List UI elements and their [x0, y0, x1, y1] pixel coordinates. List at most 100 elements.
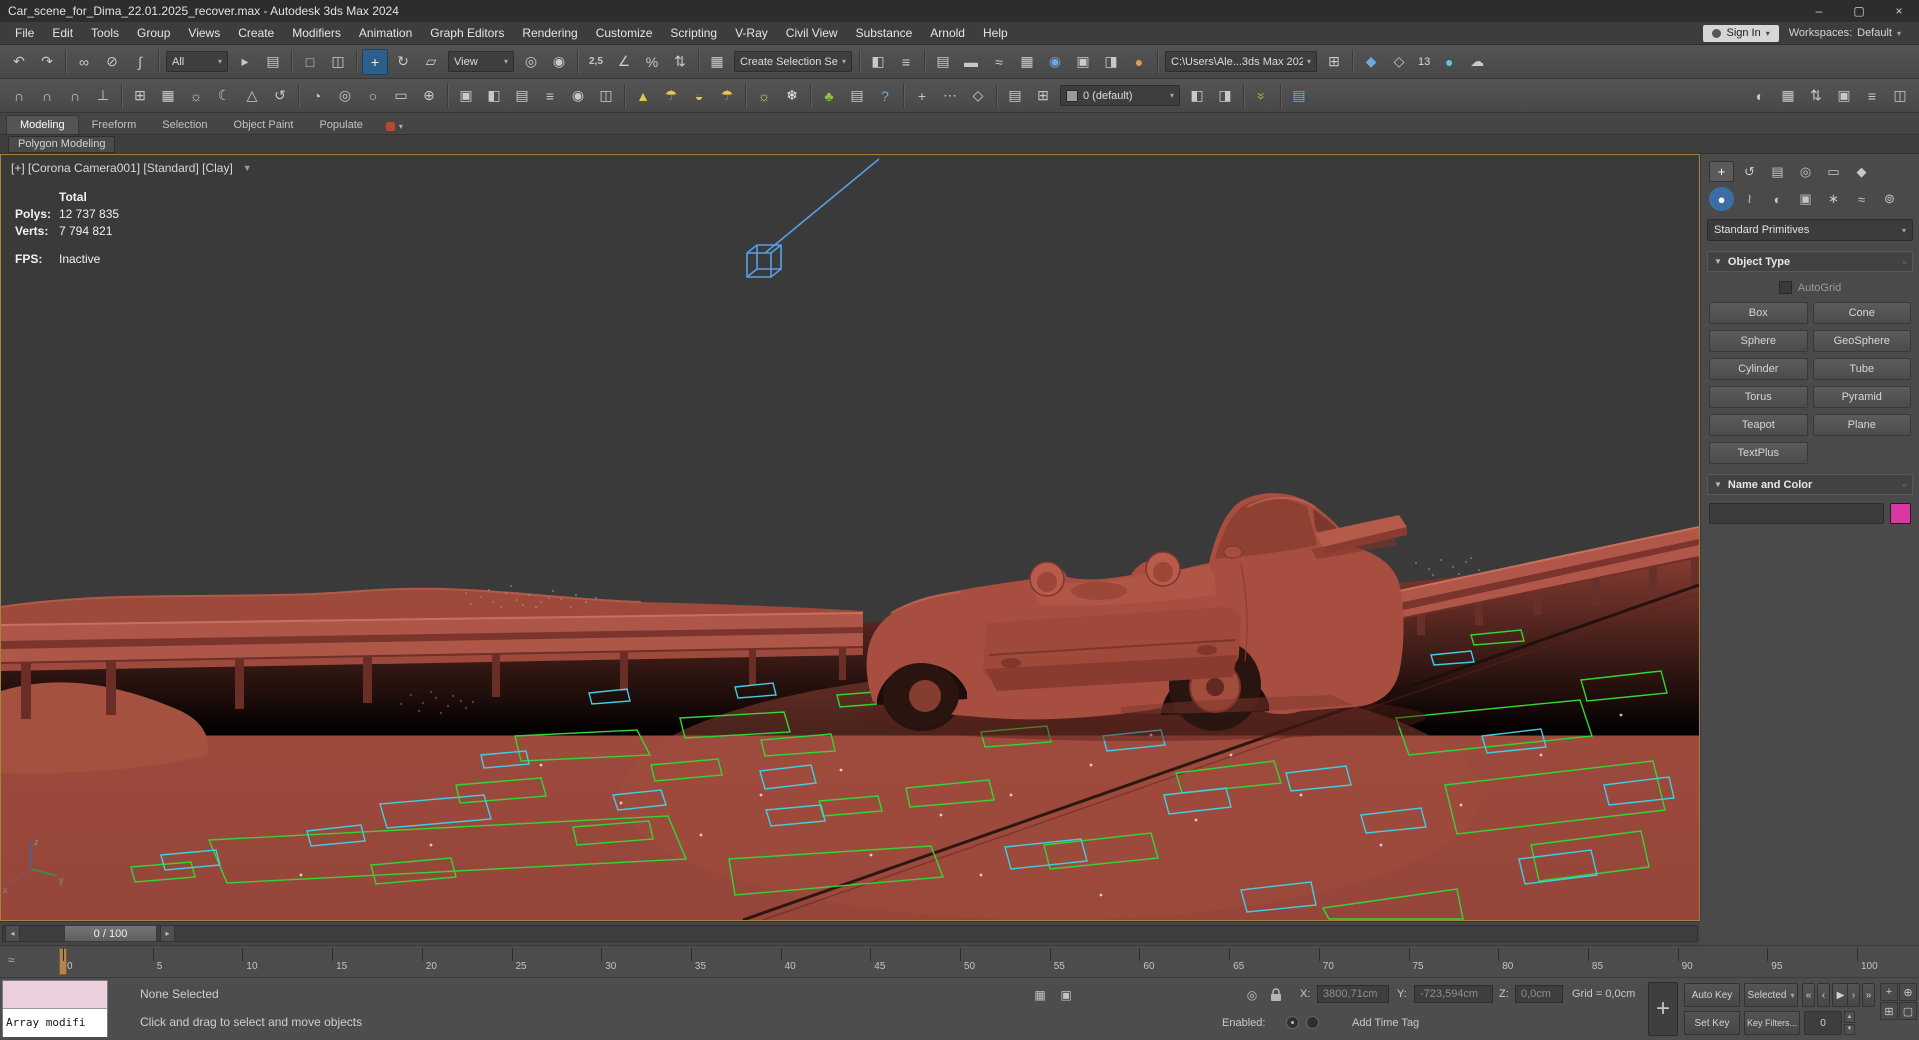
menu-animation[interactable]: Animation [350, 22, 421, 44]
autogrid-checkbox[interactable] [1779, 281, 1792, 294]
set-key-button[interactable]: Set Key [1684, 1011, 1740, 1035]
hierarchy-tab[interactable]: ▤ [1765, 161, 1790, 182]
menu-file[interactable]: File [6, 22, 43, 44]
layer-props-icon[interactable]: ◨ [1212, 83, 1238, 109]
menu-edit[interactable]: Edit [43, 22, 82, 44]
y-coordinate-field[interactable]: -723,594cm [1414, 985, 1493, 1003]
pan-view-icon[interactable]: + [1880, 983, 1898, 1001]
frame-spinner-up-icon[interactable]: ▲ [1844, 1011, 1855, 1023]
bolt-icon[interactable]: △ [239, 83, 265, 109]
sunburst-icon[interactable]: ☼ [183, 83, 209, 109]
percent-snap-icon[interactable]: % [639, 49, 665, 75]
viewport-canvas[interactable]: x y z [1, 155, 1699, 920]
ribbon-tab-freeform[interactable]: Freeform [79, 116, 150, 134]
z-coordinate-field[interactable]: 0,0cm [1515, 985, 1563, 1003]
orbit-tool-icon[interactable]: ↺ [267, 83, 293, 109]
restore-button[interactable]: ▢ [1839, 0, 1879, 22]
storyboard-icon[interactable]: ≡ [537, 83, 563, 109]
capsule-icon[interactable]: ▭ [388, 83, 414, 109]
new-layer-icon[interactable]: ⊞ [1030, 83, 1056, 109]
select-and-manipulate-icon[interactable]: ◉ [546, 49, 572, 75]
primitive-button-teapot[interactable]: Teapot [1709, 414, 1808, 436]
add-time-tag[interactable]: Add Time Tag [1352, 1017, 1419, 1029]
gizmo-toggle-icon[interactable]: + [909, 83, 935, 109]
select-by-name-icon[interactable]: ▤ [260, 49, 286, 75]
ring-icon[interactable]: ○ [360, 83, 386, 109]
motion-tab[interactable]: ◎ [1793, 161, 1818, 182]
primitive-button-textplus[interactable]: TextPlus [1709, 442, 1808, 464]
modifier-stack-icon[interactable]: ▤ [1286, 83, 1312, 109]
isolate-chevrons-icon[interactable]: » [1249, 83, 1275, 109]
viewport-label[interactable]: [+] [Corona Camera001] [Standard] [Clay] [11, 161, 233, 175]
ribbon-store-icon[interactable] [386, 122, 395, 131]
snap-2d-icon[interactable]: ∩ [6, 83, 32, 109]
maximize-viewport-toggle-icon[interactable]: ▢ [1899, 1002, 1917, 1020]
menu-civil-view[interactable]: Civil View [777, 22, 847, 44]
go-to-end-icon[interactable]: » [1862, 983, 1875, 1007]
array-tools-icon[interactable]: ▦ [1775, 83, 1801, 109]
menu-modifiers[interactable]: Modifiers [283, 22, 350, 44]
torus-icon[interactable]: ◎ [332, 83, 358, 109]
object-color-swatch[interactable] [1890, 503, 1911, 524]
viewport-filter-icon[interactable]: ▼ [243, 163, 252, 173]
isolate-selection-icon[interactable]: ◎ [1242, 985, 1262, 1005]
name-and-color-rollout[interactable]: ▼ Name and Color ▫ [1707, 474, 1913, 495]
mini-curve-editor-icon[interactable]: ≈ [8, 953, 15, 967]
previous-frame-arrow[interactable]: ◂ [5, 925, 20, 942]
sign-in-button[interactable]: Sign In ▾ [1703, 25, 1778, 42]
menu-scripting[interactable]: Scripting [661, 22, 726, 44]
next-frame-arrow[interactable]: ▸ [160, 925, 175, 942]
key-mode-dropdown[interactable]: Selected ▾ [1744, 983, 1798, 1007]
film-strip-icon[interactable]: ▤ [509, 83, 535, 109]
ribbon-tab-modeling[interactable]: Modeling [6, 115, 79, 134]
render-gpu-icon[interactable]: ◆ [1358, 49, 1384, 75]
render-teapot-icon[interactable]: ● [1436, 49, 1462, 75]
primitive-button-cone[interactable]: Cone [1813, 302, 1912, 324]
menu-v-ray[interactable]: V-Ray [726, 22, 777, 44]
snap-25d-icon[interactable]: ∩ [34, 83, 60, 109]
utilities-tab[interactable]: ◆ [1849, 161, 1874, 182]
toggle-scene-explorer-icon[interactable]: ▤ [930, 49, 956, 75]
primitive-button-plane[interactable]: Plane [1813, 414, 1912, 436]
select-object-icon[interactable]: ▸ [232, 49, 258, 75]
menu-tools[interactable]: Tools [82, 22, 128, 44]
menu-create[interactable]: Create [229, 22, 283, 44]
transform-toolbox-icon[interactable]: ◇ [965, 83, 991, 109]
material-editor-icon[interactable]: ◉ [1042, 49, 1068, 75]
mirror-tools-icon[interactable]: ◐ [1747, 83, 1773, 109]
primitive-button-sphere[interactable]: Sphere [1709, 330, 1808, 352]
render-iterative-icon[interactable]: ◇ [1386, 49, 1412, 75]
geometry-category[interactable]: ● [1709, 187, 1734, 211]
viewport[interactable]: x y z [+] [Corona Camera001] [Standard] … [0, 154, 1700, 921]
primitive-button-cylinder[interactable]: Cylinder [1709, 358, 1808, 380]
target-icon[interactable]: ⊕ [416, 83, 442, 109]
menu-rendering[interactable]: Rendering [513, 22, 586, 44]
macro-recorder-row[interactable] [3, 981, 107, 1009]
schematic-view-icon[interactable]: ▦ [1014, 49, 1040, 75]
create-tab[interactable]: + [1709, 161, 1734, 182]
selection-lock-icon[interactable] [1266, 985, 1286, 1005]
cameras-category[interactable]: ▣ [1793, 187, 1818, 211]
stereo-camera-icon[interactable]: ◫ [593, 83, 619, 109]
menu-customize[interactable]: Customize [587, 22, 662, 44]
reference-coordinate-dropdown[interactable]: View▾ [448, 51, 514, 72]
menu-substance[interactable]: Substance [847, 22, 922, 44]
spinner-snap-icon[interactable]: ⇅ [667, 49, 693, 75]
viewport-layout-icon[interactable]: ⊞ [127, 83, 153, 109]
maxscript-mini-listener[interactable]: Array modifi [2, 980, 108, 1037]
current-frame-field[interactable]: 0 [1804, 1011, 1842, 1035]
ribbon-overflow-caret-icon[interactable]: ▾ [399, 122, 403, 131]
spacing-tool-icon[interactable]: ⇅ [1803, 83, 1829, 109]
rename-objects-icon[interactable]: ≡ [1859, 83, 1885, 109]
time-slider-handle[interactable]: 0 / 100 [64, 925, 157, 942]
window-crossing-icon[interactable]: ◫ [325, 49, 351, 75]
progressive-display-icon[interactable]: ▣ [1056, 985, 1076, 1005]
snap-toggle-25-icon[interactable]: 2,5 [583, 49, 609, 75]
primitives-dropdown[interactable]: Standard Primitives ▾ [1707, 219, 1913, 241]
mute-toggle-icon[interactable] [1306, 1016, 1319, 1029]
umbrella-light-icon[interactable]: ☂ [658, 83, 684, 109]
x-coordinate-field[interactable]: 3800,71cm [1317, 985, 1389, 1003]
tab-polygon-modeling[interactable]: Polygon Modeling [8, 136, 115, 153]
angle-snap-icon[interactable]: ∠ [611, 49, 637, 75]
workspaces-dropdown[interactable]: Default [1857, 27, 1892, 39]
